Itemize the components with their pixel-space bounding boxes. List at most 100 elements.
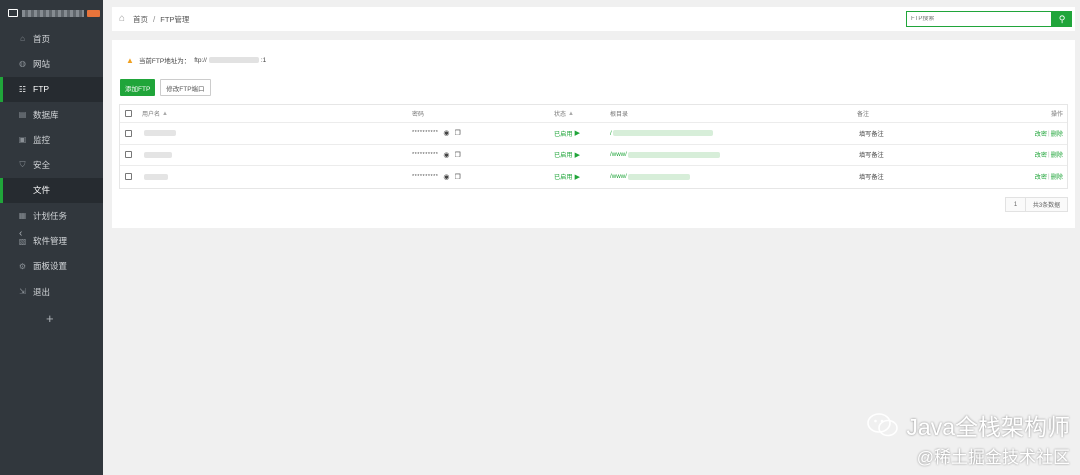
change-password-link[interactable]: 改密 [1035,129,1047,138]
header-status[interactable]: 状态 [554,109,566,118]
ftp-address-blurred [208,57,259,63]
header-password: 密码 [412,112,425,118]
username-blurred [144,173,168,180]
logo-icon [8,9,18,17]
sidebar-item-database[interactable]: ▤ 数据库 [0,102,103,127]
search-icon: ⚲ [1058,13,1066,24]
breadcrumb-separator: / [153,14,156,24]
row-checkbox[interactable] [125,173,132,181]
breadcrumb-current: FTP管理 [160,14,190,24]
ftp-address-prefix: ftp:// [194,56,207,64]
gear-icon: ⚙ [18,261,27,271]
search-input[interactable] [911,16,1051,22]
sidebar-item-label: 监控 [33,134,51,145]
eye-icon[interactable]: ◉ [443,151,449,159]
breadcrumb-home[interactable]: 首页 [133,14,148,25]
sidebar-item-label: 首页 [33,33,51,44]
sidebar-item-label: 安全 [33,160,51,171]
breadcrumb: ⌂ 首页 / FTP管理 ⚲ [112,7,1075,31]
password-masked: ********** [412,130,439,137]
sidebar-item-software[interactable]: ▧ 软件管理 [0,228,103,253]
add-icon[interactable]: + [46,311,54,326]
sort-icon[interactable]: ▲ [568,111,574,117]
remark-field[interactable]: 填写备注 [859,172,884,181]
add-ftp-button[interactable]: 添加FTP [120,79,156,96]
status-text[interactable]: 已启用 [554,129,573,138]
search-button[interactable]: ⚲ [1052,11,1072,27]
sort-icon[interactable]: ▲ [162,111,168,117]
monitor-icon: ▣ [18,135,27,145]
home-icon: ⌂ [20,34,25,44]
eye-icon[interactable]: ◉ [443,173,449,181]
sidebar-item-label: 数据库 [33,109,59,120]
wechat-icon [867,413,899,437]
remark-field[interactable]: 填写备注 [859,129,884,138]
eye-icon[interactable]: ◉ [443,129,449,137]
header-remark: 备注 [857,112,870,118]
ftp-address-label: 当前FTP地址为： [138,58,191,65]
logo-badge [87,9,100,17]
root-path[interactable]: / [610,130,612,137]
row-checkbox[interactable] [125,151,132,159]
globe-icon: ◍ [19,59,26,69]
ftp-icon: ☷ [18,84,27,94]
ftp-table: 用户名 ▲ 密码 状态 ▲ 根目录 备注 操作 ********** ◉ ❐ 已… [119,104,1068,189]
row-checkbox[interactable] [125,129,132,137]
calendar-icon: ▦ [18,211,27,221]
delete-link[interactable]: 删除 [1051,150,1063,159]
home-icon[interactable]: ⌂ [119,14,129,24]
ftp-address-suffix: :1 [260,56,267,64]
page-number[interactable]: 1 [1005,197,1026,212]
remark-field[interactable]: 填写备注 [859,150,884,159]
copy-icon[interactable]: ❐ [455,173,461,181]
copy-icon[interactable]: ❐ [455,129,461,137]
copy-icon[interactable]: ❐ [455,151,461,159]
sidebar-item-label: 网站 [33,58,51,69]
sidebar-item-label: 退出 [33,286,51,297]
header-username[interactable]: 用户名 [142,109,160,118]
root-path[interactable]: /www/ [610,173,627,180]
sidebar-item-home[interactable]: ⌂ 首页 [0,26,103,51]
root-path-blurred [627,151,720,158]
sidebar-item-cron[interactable]: ▦ 计划任务 [0,203,103,228]
status-text[interactable]: 已启用 [554,150,573,159]
sidebar-item-website[interactable]: ◍ 网站 [0,51,103,76]
ftp-panel: ▲ 当前FTP地址为： ftp:// :1 添加FTP 修改FTP端口 用户名 … [112,40,1075,228]
status-text[interactable]: 已启用 [554,172,573,181]
change-ftp-port-button[interactable]: 修改FTP端口 [160,79,211,96]
username-blurred [144,130,176,137]
delete-link[interactable]: 删除 [1051,129,1063,138]
sidebar-item-security[interactable]: ⛉ 安全 [0,152,103,177]
logout-icon: ⇲ [19,287,26,297]
sidebar-item-settings[interactable]: ⚙ 面板设置 [0,254,103,279]
watermark: Java全栈架构师 @稀土掘金技术社区 [866,408,1070,468]
select-all-checkbox[interactable] [125,110,132,117]
root-path[interactable]: /www/ [610,151,627,158]
change-password-link[interactable]: 改密 [1035,150,1047,159]
pagination: 1 共3条数据 [1005,197,1068,212]
table-header: 用户名 ▲ 密码 状态 ▲ 根目录 备注 操作 [120,105,1067,123]
ftp-address-notice: ▲ 当前FTP地址为： ftp:// :1 [126,55,267,66]
total-count: 共3条数据 [1026,197,1068,212]
collapse-arrow-icon[interactable]: ‹ [19,228,22,239]
sidebar-item-ftp[interactable]: ☷ FTP [0,76,103,103]
sidebar-item-logout[interactable]: ⇲ 退出 [0,279,103,304]
delete-link[interactable]: 删除 [1051,172,1063,181]
table-row: ********** ◉ ❐ 已启用 ▶ / 填写备注 改密 | 删除 [120,123,1067,145]
change-password-link[interactable]: 改密 [1035,172,1047,181]
play-icon[interactable]: ▶ [575,151,580,159]
table-row: ********** ◉ ❐ 已启用 ▶ /www/ 填写备注 改密 | 删除 [120,145,1067,166]
header-actions: 操作 [1050,112,1063,118]
sidebar-item-label: FTP [33,84,50,95]
header-root: 根目录 [610,112,629,118]
root-path-blurred [612,130,713,137]
play-icon[interactable]: ▶ [575,173,580,181]
watermark-title: Java全栈架构师 [906,414,1070,440]
play-icon[interactable]: ▶ [575,129,580,137]
sidebar-item-monitor[interactable]: ▣ 监控 [0,127,103,152]
sidebar: ⌂ 首页 ◍ 网站 ☷ FTP ▤ 数据库 ▣ 监控 ⛉ 安全 文件 ▦ 计划任… [0,0,103,475]
table-row: ********** ◉ ❐ 已启用 ▶ /www/ 填写备注 改密 | 删除 [120,166,1067,188]
sidebar-item-files[interactable]: 文件 [0,177,103,204]
username-blurred [144,151,172,158]
search-field[interactable] [906,11,1052,27]
